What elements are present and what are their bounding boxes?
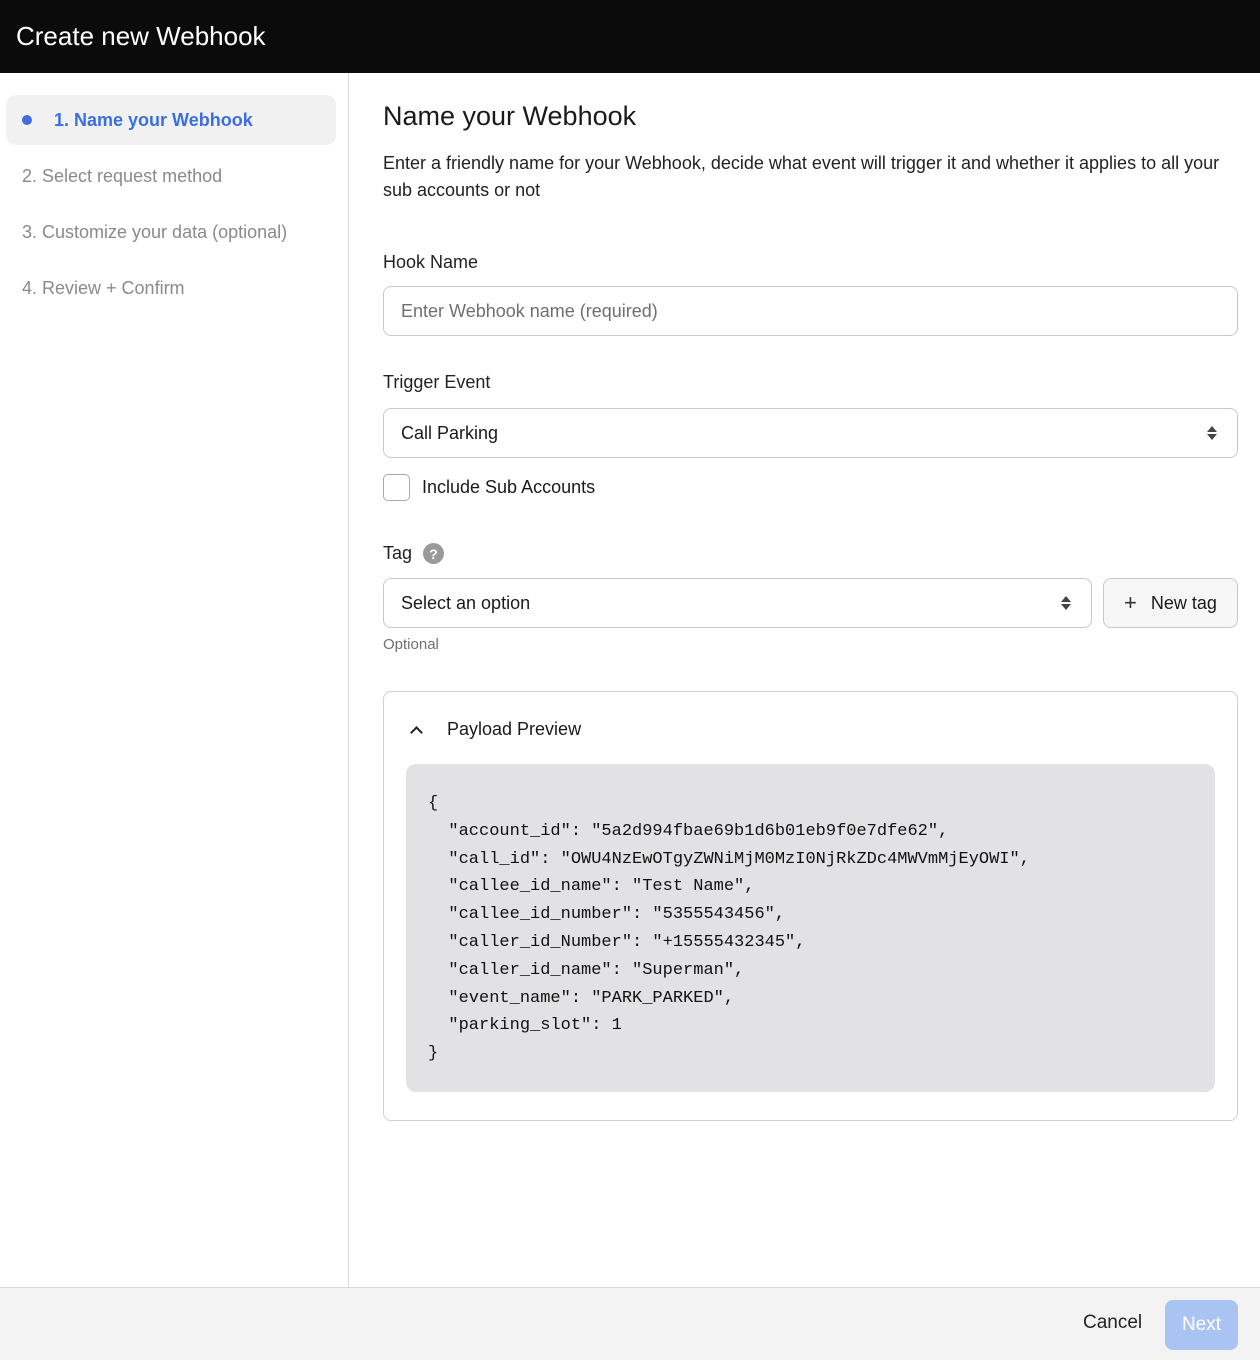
- page-title: Name your Webhook: [383, 101, 637, 131]
- include-sub-accounts-checkbox[interactable]: [383, 474, 410, 501]
- cancel-button[interactable]: Cancel: [1083, 1312, 1142, 1334]
- payload-preview-card: Payload Preview { "account_id": "5a2d994…: [383, 691, 1238, 1121]
- payload-preview-label: Payload Preview: [447, 718, 582, 739]
- page-description: Enter a friendly name for your Webhook, …: [383, 153, 1220, 200]
- tag-optional-hint: Optional: [383, 636, 439, 653]
- modal-footer: Cancel Next: [0, 1287, 1260, 1360]
- hook-name-label: Hook Name: [383, 252, 479, 272]
- step-label: 4. Review + Confirm: [22, 277, 185, 298]
- step-select-request-method[interactable]: 2. Select request method: [6, 151, 336, 201]
- select-arrows-icon: [1207, 426, 1217, 440]
- tag-select[interactable]: Select an option: [383, 578, 1092, 628]
- hook-name-placeholder: Enter Webhook name (required): [401, 300, 658, 321]
- step-label: 1. Name your Webhook: [54, 109, 253, 130]
- new-tag-label: New tag: [1150, 592, 1217, 613]
- main-panel: Name your Webhook Enter a friendly name …: [383, 73, 1238, 1121]
- next-button[interactable]: Next: [1165, 1300, 1238, 1350]
- tag-label-row: Tag ?: [383, 543, 1238, 564]
- step-label: 3. Customize your data (optional): [22, 221, 288, 242]
- include-sub-accounts-row: Include Sub Accounts: [383, 474, 1238, 501]
- include-sub-accounts-label: Include Sub Accounts: [422, 477, 596, 497]
- tag-select-value: Select an option: [401, 592, 531, 613]
- select-arrows-icon: [1061, 596, 1071, 610]
- help-icon[interactable]: ?: [423, 543, 445, 564]
- payload-code-block: { "account_id": "5a2d994fbae69b1d6b01eb9…: [406, 764, 1215, 1092]
- steps-sidebar: 1. Name your Webhook 2. Select request m…: [0, 73, 349, 1287]
- modal-title: Create new Webhook: [16, 21, 266, 51]
- trigger-event-select[interactable]: Call Parking: [383, 408, 1238, 458]
- step-customize-data[interactable]: 3. Customize your data (optional): [6, 207, 336, 257]
- plus-icon: +: [1124, 590, 1137, 615]
- step-name-webhook[interactable]: 1. Name your Webhook: [6, 95, 336, 145]
- new-tag-button[interactable]: + New tag: [1103, 578, 1238, 628]
- step-review-confirm[interactable]: 4. Review + Confirm: [6, 263, 336, 313]
- tag-controls: Select an option + New tag: [383, 578, 1238, 628]
- step-label: 2. Select request method: [22, 165, 223, 186]
- trigger-event-label: Trigger Event: [383, 372, 491, 392]
- chevron-up-icon: [410, 725, 423, 739]
- active-step-dot-icon: [22, 115, 32, 125]
- trigger-event-value: Call Parking: [401, 422, 499, 443]
- modal-header: Create new Webhook: [0, 0, 1260, 73]
- payload-preview-toggle[interactable]: Payload Preview: [406, 714, 1215, 744]
- hook-name-input[interactable]: Enter Webhook name (required): [383, 286, 1238, 336]
- tag-label: Tag: [383, 543, 413, 563]
